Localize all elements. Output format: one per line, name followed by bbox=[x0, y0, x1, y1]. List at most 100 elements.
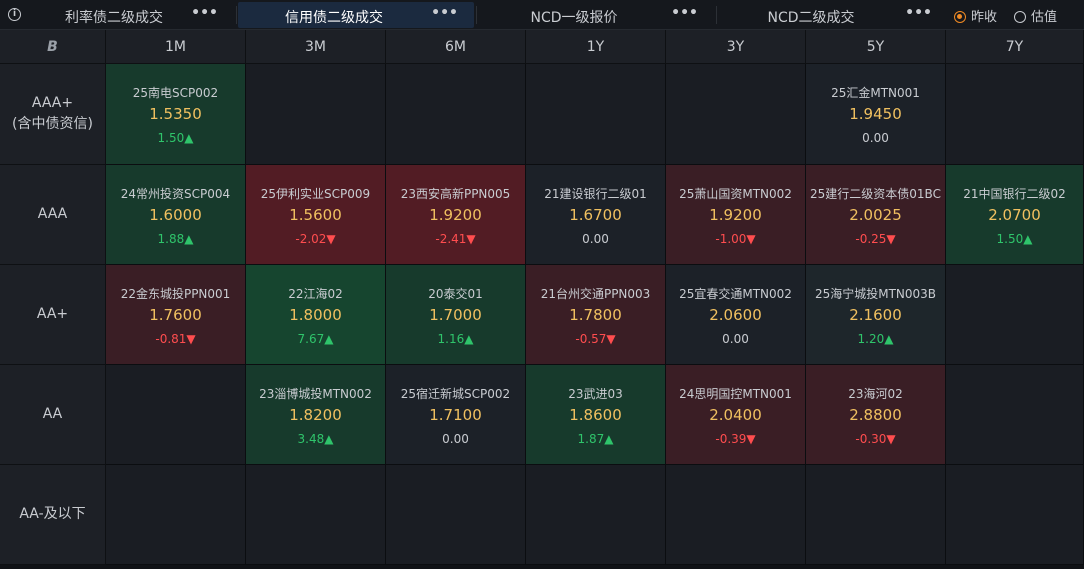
column-header-5y: 5Y bbox=[806, 30, 946, 64]
yield-change: -0.57▼ bbox=[575, 332, 616, 346]
row-label-text: AA-及以下 bbox=[19, 506, 86, 522]
column-header-7y: 7Y bbox=[946, 30, 1084, 64]
tab-bar: i 利率债二级成交 ••• 信用债二级成交 ••• NCD一级报价 ••• NC… bbox=[0, 0, 1084, 30]
tab-label: NCD二级成交 bbox=[767, 10, 855, 26]
tab-ncd-secondary[interactable]: NCD二级成交 ••• bbox=[718, 2, 948, 28]
bond-name: 25萧山国资MTN002 bbox=[679, 187, 792, 201]
bond-cell[interactable]: 22江海02 1.8000 7.67▲ bbox=[246, 265, 386, 365]
brand-logo-icon: B bbox=[47, 39, 58, 55]
bond-cell[interactable]: 23西安高新PPN005 1.9200 -2.41▼ bbox=[386, 165, 526, 265]
bond-cell[interactable]: 25伊利实业SCP009 1.5600 -2.02▼ bbox=[246, 165, 386, 265]
yield-change: 1.50▲ bbox=[157, 131, 194, 145]
tab-credit-bond-secondary[interactable]: 信用债二级成交 ••• bbox=[238, 2, 474, 28]
bond-name: 25伊利实业SCP009 bbox=[260, 187, 371, 201]
empty-cell bbox=[106, 365, 246, 465]
bond-yield: 1.8200 bbox=[289, 406, 342, 424]
column-header-3m: 3M bbox=[246, 30, 386, 64]
radio-valuation[interactable]: 估值 bbox=[1014, 6, 1057, 25]
column-header-1y: 1Y bbox=[526, 30, 666, 64]
bond-cell[interactable]: 20泰交01 1.7000 1.16▲ bbox=[386, 265, 526, 365]
row-label: AAA bbox=[0, 165, 106, 265]
yield-change: -2.02▼ bbox=[295, 232, 336, 246]
row-label-text: AAA bbox=[37, 206, 68, 222]
yield-change: -0.30▼ bbox=[855, 432, 896, 446]
bond-name: 23淄博城投MTN002 bbox=[259, 387, 372, 401]
bond-yield: 1.9200 bbox=[709, 206, 762, 224]
yield-change: -2.41▼ bbox=[435, 232, 476, 246]
bond-yield: 2.8800 bbox=[849, 406, 902, 424]
bond-cell[interactable]: 25萧山国资MTN002 1.9200 -1.00▼ bbox=[666, 165, 806, 265]
bond-cell[interactable]: 21中国银行二级02 2.0700 1.50▲ bbox=[946, 165, 1084, 265]
bond-cell[interactable]: 21建设银行二级01 1.6700 0.00 bbox=[526, 165, 666, 265]
row-label: AAA+ (含中债资信) bbox=[0, 64, 106, 165]
bond-yield: 1.8000 bbox=[289, 306, 342, 324]
yield-change: -0.81▼ bbox=[155, 332, 196, 346]
bond-cell[interactable]: 24常州投资SCP004 1.6000 1.88▲ bbox=[106, 165, 246, 265]
tab-label: 信用债二级成交 bbox=[285, 10, 383, 26]
bond-yield: 1.7800 bbox=[569, 306, 622, 324]
bond-name: 25建行二级资本债01BC bbox=[810, 187, 941, 201]
yield-change: 1.88▲ bbox=[157, 232, 194, 246]
yield-change: 7.67▲ bbox=[297, 332, 334, 346]
column-header-3y: 3Y bbox=[666, 30, 806, 64]
yield-change: 0.00 bbox=[862, 131, 889, 145]
more-icon[interactable]: ••• bbox=[905, 5, 932, 21]
bond-cell[interactable]: 25建行二级资本债01BC 2.0025 -0.25▼ bbox=[806, 165, 946, 265]
radio-unchecked-icon bbox=[1014, 11, 1026, 23]
empty-cell bbox=[946, 465, 1084, 565]
yield-change: 3.48▲ bbox=[297, 432, 334, 446]
bond-cell[interactable]: 25宜春交通MTN002 2.0600 0.00 bbox=[666, 265, 806, 365]
bond-cell[interactable]: 23淄博城投MTN002 1.8200 3.48▲ bbox=[246, 365, 386, 465]
bond-cell[interactable]: 23武进03 1.8600 1.87▲ bbox=[526, 365, 666, 465]
more-icon[interactable]: ••• bbox=[431, 5, 458, 21]
bond-cell[interactable]: 25汇金MTN001 1.9450 0.00 bbox=[806, 64, 946, 165]
empty-cell bbox=[386, 465, 526, 565]
yield-change: -0.25▼ bbox=[855, 232, 896, 246]
empty-cell bbox=[946, 64, 1084, 165]
bond-yield: 1.8600 bbox=[569, 406, 622, 424]
yield-change: 1.20▲ bbox=[857, 332, 894, 346]
bond-cell[interactable]: 24思明国控MTN001 2.0400 -0.39▼ bbox=[666, 365, 806, 465]
row-label-text: AAA+ (含中债资信) bbox=[12, 95, 93, 132]
bond-cell[interactable]: 25海宁城投MTN003B 2.1600 1.20▲ bbox=[806, 265, 946, 365]
bond-yield: 2.0600 bbox=[709, 306, 762, 324]
bond-name: 21台州交通PPN003 bbox=[540, 287, 651, 301]
bond-cell[interactable]: 23海河02 2.8800 -0.30▼ bbox=[806, 365, 946, 465]
bond-name: 25宿迁新城SCP002 bbox=[400, 387, 511, 401]
bond-name: 24思明国控MTN001 bbox=[679, 387, 792, 401]
empty-cell bbox=[246, 64, 386, 165]
more-icon[interactable]: ••• bbox=[191, 5, 218, 21]
tab-label: 利率债二级成交 bbox=[65, 10, 163, 26]
row-label-text: AA+ bbox=[36, 306, 69, 322]
empty-cell bbox=[386, 64, 526, 165]
empty-cell bbox=[526, 465, 666, 565]
more-icon[interactable]: ••• bbox=[671, 5, 698, 21]
bond-name: 23西安高新PPN005 bbox=[400, 187, 511, 201]
bond-cell[interactable]: 25南电SCP002 1.5350 1.50▲ bbox=[106, 64, 246, 165]
yield-change: 1.50▲ bbox=[996, 232, 1033, 246]
bond-name: 23武进03 bbox=[568, 387, 623, 401]
bond-yield: 1.5350 bbox=[149, 105, 202, 123]
bond-cell[interactable]: 22金东城投PPN001 1.7600 -0.81▼ bbox=[106, 265, 246, 365]
bond-name: 23海河02 bbox=[848, 387, 903, 401]
column-header-6m: 6M bbox=[386, 30, 526, 64]
bond-yield: 2.0025 bbox=[849, 206, 902, 224]
bond-name: 22江海02 bbox=[288, 287, 343, 301]
bond-yield: 1.5600 bbox=[289, 206, 342, 224]
tab-divider bbox=[716, 6, 717, 24]
bond-cell[interactable]: 21台州交通PPN003 1.7800 -0.57▼ bbox=[526, 265, 666, 365]
info-icon[interactable]: i bbox=[8, 8, 21, 21]
tab-ncd-primary-quote[interactable]: NCD一级报价 ••• bbox=[478, 2, 714, 28]
bond-yield: 1.7000 bbox=[429, 306, 482, 324]
tab-divider bbox=[476, 6, 477, 24]
bond-name: 21建设银行二级01 bbox=[544, 187, 647, 201]
bond-yield: 2.1600 bbox=[849, 306, 902, 324]
empty-cell bbox=[246, 465, 386, 565]
tab-rate-bond-secondary[interactable]: 利率债二级成交 ••• bbox=[34, 2, 234, 28]
bond-name: 20泰交01 bbox=[428, 287, 483, 301]
radio-prev-close[interactable]: 昨收 bbox=[954, 6, 997, 25]
yield-change: -1.00▼ bbox=[715, 232, 756, 246]
bond-cell[interactable]: 25宿迁新城SCP002 1.7100 0.00 bbox=[386, 365, 526, 465]
matrix-corner: B bbox=[0, 30, 106, 64]
bond-yield: 2.0700 bbox=[988, 206, 1041, 224]
